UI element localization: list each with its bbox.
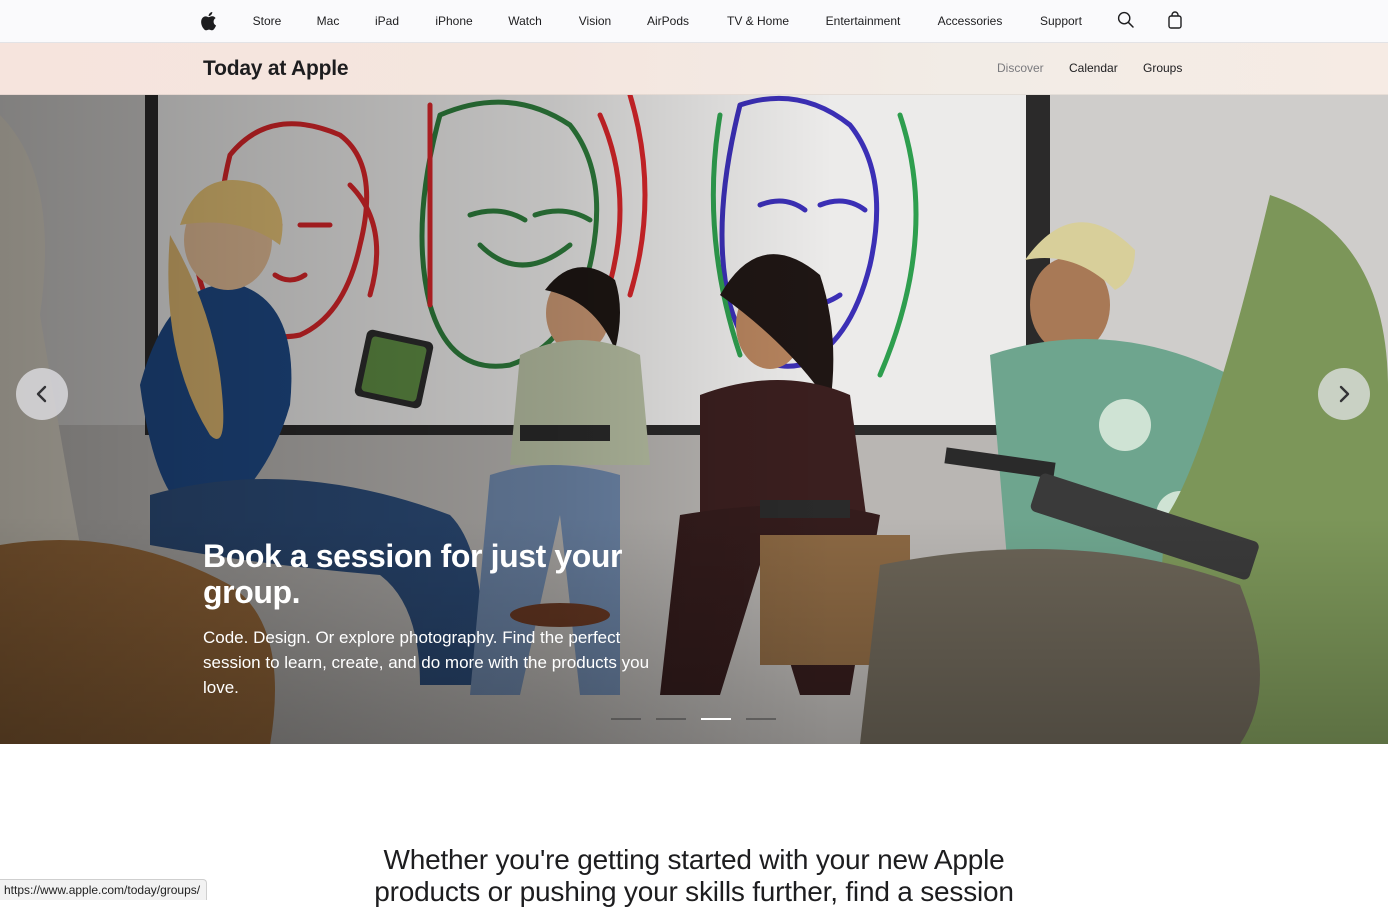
nav-item-accessories[interactable]: Accessories — [938, 0, 1003, 42]
status-bar-url: https://www.apple.com/today/groups/ — [0, 879, 208, 900]
slide-dot-2[interactable] — [656, 718, 686, 720]
apple-logo-icon[interactable] — [200, 11, 220, 31]
global-nav: Store Mac iPad iPhone Watch Vision AirPo… — [0, 0, 1388, 43]
shopping-bag-icon[interactable] — [1167, 11, 1187, 31]
chevron-right-icon — [1339, 385, 1350, 403]
hero-carousel: Book a session for just your group. Code… — [0, 95, 1388, 744]
global-nav-list: Store Mac iPad iPhone Watch Vision AirPo… — [0, 0, 1388, 43]
nav-item-ipad[interactable]: iPad — [375, 0, 399, 42]
intro-text: Whether you're getting started with your… — [374, 844, 1014, 907]
slide-dot-1[interactable] — [611, 718, 641, 720]
nav-item-vision[interactable]: Vision — [579, 0, 611, 42]
nav-item-tv-home[interactable]: TV & Home — [727, 0, 789, 42]
next-slide-button[interactable] — [1318, 368, 1370, 420]
local-nav: Today at Apple Discover Calendar Groups — [0, 43, 1388, 95]
hero-headline: Book a session for just your group. — [203, 538, 623, 610]
nav-item-mac[interactable]: Mac — [317, 0, 340, 42]
slide-dot-4[interactable] — [746, 718, 776, 720]
nav-item-watch[interactable]: Watch — [508, 0, 542, 42]
chevron-left-icon — [36, 385, 47, 403]
local-nav-link-groups[interactable]: Groups — [1143, 61, 1182, 75]
local-nav-link-discover[interactable]: Discover — [997, 61, 1044, 75]
hero-copy: Code. Design. Or explore photography. Fi… — [203, 628, 650, 697]
nav-item-entertainment[interactable]: Entertainment — [826, 0, 901, 42]
local-nav-link-calendar[interactable]: Calendar — [1069, 61, 1118, 75]
slide-dot-3[interactable] — [701, 718, 731, 720]
nav-item-iphone[interactable]: iPhone — [435, 0, 472, 42]
nav-item-support[interactable]: Support — [1040, 0, 1082, 42]
previous-slide-button[interactable] — [16, 368, 68, 420]
search-icon[interactable] — [1117, 11, 1137, 31]
local-nav-title[interactable]: Today at Apple — [203, 57, 349, 81]
nav-item-airpods[interactable]: AirPods — [647, 0, 689, 42]
nav-item-store[interactable]: Store — [253, 0, 282, 42]
